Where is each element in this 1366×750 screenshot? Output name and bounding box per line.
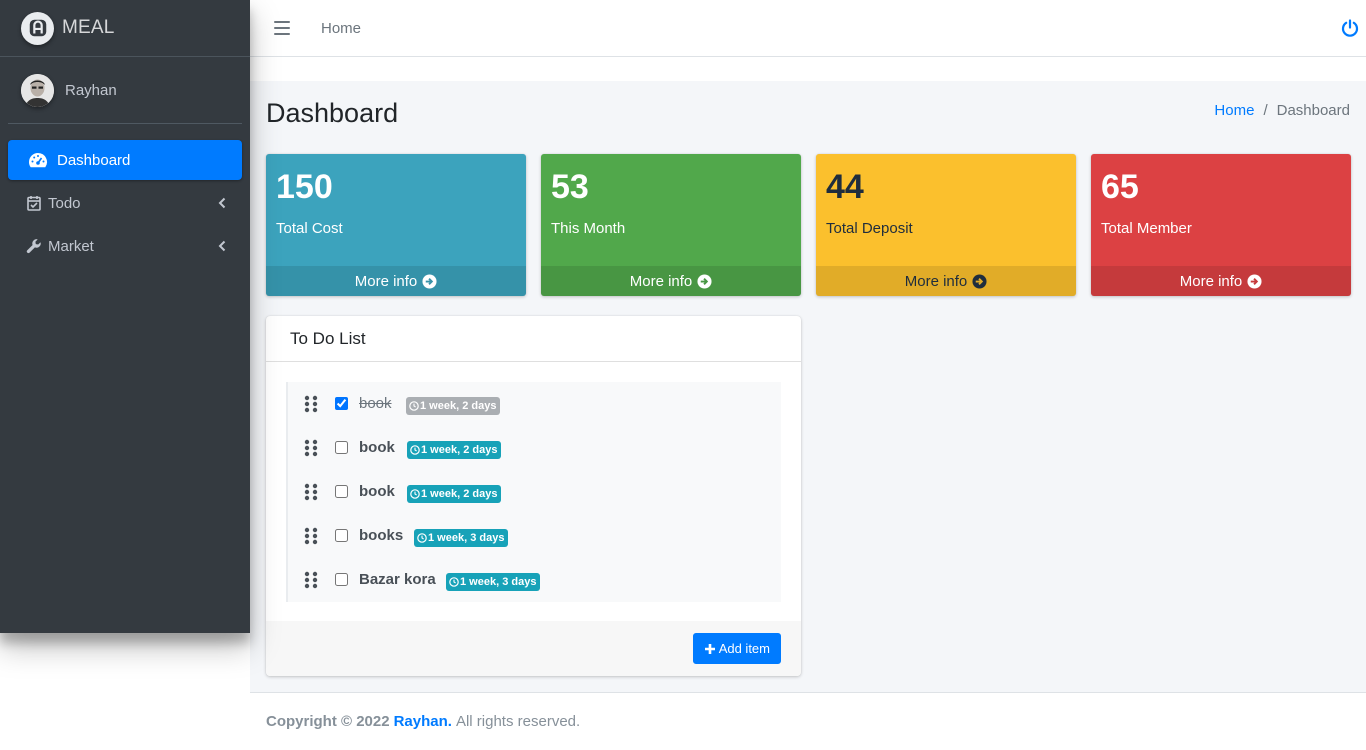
stat-box-total-cost: 150 Total Cost More info xyxy=(266,154,526,296)
clock-icon xyxy=(449,577,459,587)
todo-text: book xyxy=(359,483,395,500)
arrow-circle-right-icon xyxy=(697,273,712,289)
power-icon[interactable] xyxy=(1341,19,1359,37)
todo-card: To Do List book 1 week, 2 days book 1 we… xyxy=(266,316,801,676)
more-info-link[interactable]: More info xyxy=(266,266,526,296)
todo-item: book 1 week, 2 days xyxy=(286,426,781,470)
more-info-label: More info xyxy=(1179,272,1243,290)
brand-name: MEAL xyxy=(62,17,115,38)
stat-label: Total Deposit xyxy=(826,220,913,237)
content-wrapper: Dashboard Home / Dashboard 150 Total Cos… xyxy=(250,81,1366,692)
time-badge-label: 1 week, 3 days xyxy=(460,576,537,588)
time-badge-label: 1 week, 2 days xyxy=(421,488,498,500)
clock-icon xyxy=(410,445,420,455)
top-nav-home-link[interactable]: Home xyxy=(321,20,361,37)
sidebar-item-label: Todo xyxy=(48,194,81,212)
plus-icon xyxy=(704,643,715,654)
more-info-label: More info xyxy=(629,272,693,290)
time-badge-label: 1 week, 3 days xyxy=(428,532,505,544)
brand-logo-icon xyxy=(21,11,54,45)
avatar xyxy=(21,73,54,107)
todo-text: book xyxy=(359,439,395,456)
add-item-button[interactable]: Add item xyxy=(692,633,781,664)
breadcrumb-current: Dashboard xyxy=(1276,102,1350,119)
todo-item: book 1 week, 2 days xyxy=(286,470,781,514)
top-navbar: Home xyxy=(250,0,1366,57)
more-info-link[interactable]: More info xyxy=(1091,266,1351,296)
breadcrumb-home-link[interactable]: Home xyxy=(1214,102,1254,119)
todo-card-footer: Add item xyxy=(266,621,801,676)
todo-checkbox[interactable] xyxy=(335,397,348,410)
rights-text: All rights reserved. xyxy=(455,713,581,730)
todo-text: books xyxy=(359,527,404,544)
todo-item: Bazar kora 1 week, 3 days xyxy=(286,558,781,602)
arrow-circle-right-icon xyxy=(972,273,987,289)
todo-checkbox[interactable] xyxy=(335,573,348,586)
drag-handle-icon[interactable] xyxy=(304,527,318,545)
time-badge: 1 week, 3 days xyxy=(446,573,541,591)
todo-card-title: To Do List xyxy=(266,316,801,362)
main-footer: Copyright © 2022 Rayhan. All rights rese… xyxy=(250,692,1366,750)
stat-label: This Month xyxy=(551,220,626,237)
clock-icon xyxy=(410,489,420,499)
sidebar-item-label: Market xyxy=(48,237,94,255)
chevron-left-icon xyxy=(218,197,226,209)
hamburger-icon[interactable] xyxy=(274,21,290,35)
drag-handle-icon[interactable] xyxy=(304,439,318,457)
arrow-circle-right-icon xyxy=(422,273,437,289)
more-info-label: More info xyxy=(904,272,968,290)
drag-handle-icon[interactable] xyxy=(304,395,318,413)
brand-link[interactable]: MEAL xyxy=(0,0,250,57)
todo-checkbox[interactable] xyxy=(335,441,348,454)
sidebar-nav: Dashboard Todo Market xyxy=(0,124,250,266)
calendar-check-icon xyxy=(24,194,44,212)
todo-text: book xyxy=(359,395,392,412)
stat-label: Total Member xyxy=(1101,220,1192,237)
todo-item: books 1 week, 3 days xyxy=(286,514,781,558)
more-info-label: More info xyxy=(354,272,418,290)
sidebar-item-dashboard[interactable]: Dashboard xyxy=(8,140,242,180)
user-name[interactable]: Rayhan xyxy=(65,82,117,99)
clock-icon xyxy=(417,533,427,543)
drag-handle-icon[interactable] xyxy=(304,571,318,589)
stat-value: 65 xyxy=(1101,168,1139,206)
stat-label: Total Cost xyxy=(276,220,343,237)
chevron-left-icon xyxy=(218,240,226,252)
user-panel[interactable]: Rayhan xyxy=(8,57,242,124)
time-badge: 1 week, 2 days xyxy=(406,397,501,415)
wrench-icon xyxy=(24,237,44,255)
breadcrumb-separator: / xyxy=(1263,102,1268,119)
time-badge-label: 1 week, 2 days xyxy=(421,444,498,456)
stat-box-total-member: 65 Total Member More info xyxy=(1091,154,1351,296)
stat-value: 150 xyxy=(276,168,333,206)
add-item-label: Add item xyxy=(718,641,770,656)
more-info-link[interactable]: More info xyxy=(816,266,1076,296)
stat-box-this-month: 53 This Month More info xyxy=(541,154,801,296)
main-sidebar: MEAL Rayhan Dashboard Todo Market xyxy=(0,0,250,633)
sidebar-item-market[interactable]: Market xyxy=(8,226,242,266)
copyright-text: Copyright © 2022 xyxy=(266,713,390,730)
clock-icon xyxy=(409,401,419,411)
stat-value: 44 xyxy=(826,168,864,206)
tachometer-icon xyxy=(28,151,48,169)
sidebar-item-todo[interactable]: Todo xyxy=(8,183,242,223)
todo-checkbox[interactable] xyxy=(335,485,348,498)
todo-list: book 1 week, 2 days book 1 week, 2 days … xyxy=(286,382,781,602)
author-link[interactable]: Rayhan. xyxy=(394,713,452,730)
time-badge: 1 week, 2 days xyxy=(407,441,502,459)
page-title: Dashboard xyxy=(266,98,399,128)
time-badge: 1 week, 2 days xyxy=(407,485,502,503)
sidebar-item-label: Dashboard xyxy=(57,151,131,169)
stat-box-total-deposit: 44 Total Deposit More info xyxy=(816,154,1076,296)
drag-handle-icon[interactable] xyxy=(304,483,318,501)
arrow-circle-right-icon xyxy=(1247,273,1262,289)
breadcrumb: Home / Dashboard xyxy=(1214,102,1350,119)
todo-text: Bazar kora xyxy=(359,571,436,588)
stat-value: 53 xyxy=(551,168,589,206)
todo-checkbox[interactable] xyxy=(335,529,348,542)
more-info-link[interactable]: More info xyxy=(541,266,801,296)
time-badge: 1 week, 3 days xyxy=(414,529,509,547)
todo-item: book 1 week, 2 days xyxy=(286,382,781,426)
time-badge-label: 1 week, 2 days xyxy=(420,400,497,412)
